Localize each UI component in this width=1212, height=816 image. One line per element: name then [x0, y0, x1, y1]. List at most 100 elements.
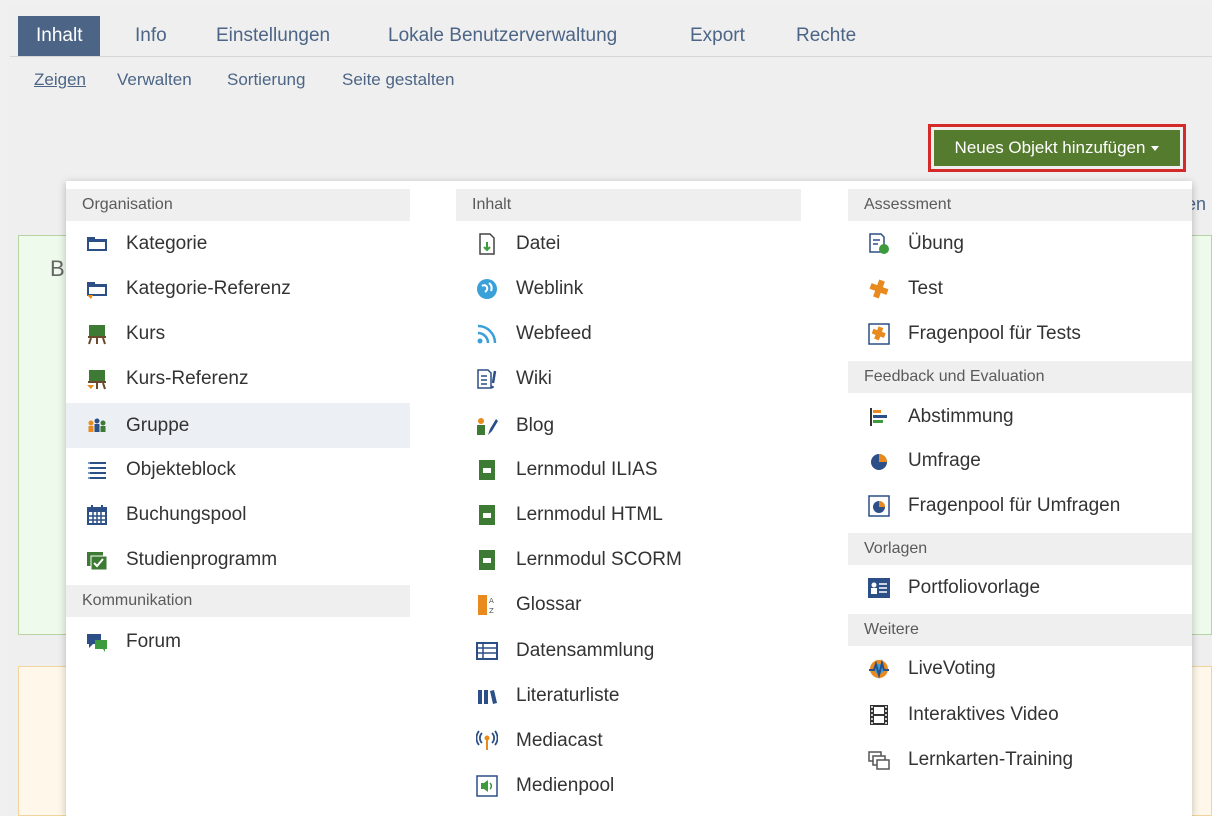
menu-item-lernmodul-ilias[interactable]: Lernmodul ILIAS — [456, 447, 801, 492]
menu-item-label: Interaktives Video — [908, 704, 1059, 725]
menu-item-label: Medienpool — [516, 775, 615, 796]
menu-item-medienpool[interactable]: Medienpool — [456, 763, 801, 808]
new-object-dropdown: Organisation Kategorie Kategorie-Referen… — [66, 181, 1192, 816]
test-icon — [868, 278, 890, 300]
tab-inhalt[interactable]: Inhalt — [18, 16, 101, 56]
weblink-icon — [476, 278, 498, 300]
subtab-sortierung[interactable]: Sortierung — [227, 70, 305, 90]
menu-item-fragenpool-tests[interactable]: Fragenpool für Tests — [848, 311, 1192, 356]
block-heading-fragment: B — [50, 256, 65, 281]
course-reference-icon — [86, 368, 108, 390]
menu-item-label: Kurs-Referenz — [126, 368, 249, 389]
menu-item-label: Literaturliste — [516, 685, 620, 706]
survey-icon — [868, 450, 890, 472]
menu-item-kategorie[interactable]: Kategorie — [66, 221, 410, 266]
menu-item-fragenpool-umfragen[interactable]: Fragenpool für Umfragen — [848, 483, 1192, 528]
media-pool-icon — [476, 775, 498, 797]
tab-rechte[interactable]: Rechte — [796, 16, 856, 56]
menu-item-kurs-referenz[interactable]: Kurs-Referenz — [66, 356, 410, 401]
menu-item-label: Lernmodul ILIAS — [516, 459, 658, 480]
subtab-zeigen[interactable]: Zeigen — [34, 70, 86, 90]
menu-item-label: Gruppe — [126, 415, 190, 436]
subtab-seite-gestalten[interactable]: Seite gestalten — [342, 70, 454, 90]
tab-export[interactable]: Export — [690, 16, 745, 56]
file-icon — [476, 233, 498, 255]
menu-item-studienprogramm[interactable]: Studienprogramm — [66, 537, 410, 582]
menu-item-label: Fragenpool für Tests — [908, 323, 1081, 344]
menu-item-webfeed[interactable]: Webfeed — [456, 311, 801, 356]
new-object-button[interactable]: Neues Objekt hinzufügen — [934, 130, 1180, 166]
course-icon — [86, 323, 108, 345]
survey-question-pool-icon — [868, 495, 890, 517]
tab-info[interactable]: Info — [135, 16, 167, 56]
menu-item-kurs[interactable]: Kurs — [66, 311, 410, 356]
menu-item-label: Objekteblock — [126, 459, 236, 480]
menu-item-label: Mediacast — [516, 730, 603, 751]
menu-item-label: Studienprogramm — [126, 549, 278, 570]
menu-item-label: Kategorie-Referenz — [126, 278, 291, 299]
category-reference-icon — [86, 278, 108, 300]
menu-item-livevoting[interactable]: LiveVoting — [848, 646, 1192, 691]
tab-lokale-benutzerverwaltung[interactable]: Lokale Benutzerverwaltung — [388, 16, 617, 56]
menu-item-abstimmung[interactable]: Abstimmung — [848, 394, 1192, 439]
menu-item-objekteblock[interactable]: Objekteblock — [66, 447, 410, 492]
livevoting-icon — [868, 658, 890, 680]
menu-item-label: Abstimmung — [908, 406, 1014, 427]
menu-item-label: Lernkarten-Training — [908, 749, 1074, 770]
wiki-icon — [476, 368, 498, 390]
exercise-icon — [868, 233, 890, 255]
menu-header-weitere: Weitere — [848, 614, 1192, 646]
menu-item-label: Portfoliovorlage — [908, 577, 1041, 598]
menu-item-weblink[interactable]: Weblink — [456, 266, 801, 311]
menu-item-label: Datensammlung — [516, 640, 655, 661]
menu-header-feedback-und-evaluation: Feedback und Evaluation — [848, 361, 1192, 393]
menu-item-portfoliovorlage[interactable]: Portfoliovorlage — [848, 565, 1192, 610]
menu-item-label: Fragenpool für Umfragen — [908, 495, 1121, 516]
portfolio-template-icon — [868, 577, 890, 599]
menu-item-umfrage[interactable]: Umfrage — [848, 438, 1192, 483]
menu-item-wiki[interactable]: Wiki — [456, 356, 801, 401]
menu-item-label: Test — [908, 278, 943, 299]
menu-item-label: Kategorie — [126, 233, 208, 254]
tab-einstellungen[interactable]: Einstellungen — [216, 16, 330, 56]
interactive-video-icon — [868, 704, 890, 726]
menu-item-lernmodul-html[interactable]: Lernmodul HTML — [456, 492, 801, 537]
subtab-verwalten[interactable]: Verwalten — [117, 70, 192, 90]
menu-item-label: Glossar — [516, 594, 582, 615]
menu-item-lernmodul-scorm[interactable]: Lernmodul SCORM — [456, 537, 801, 582]
menu-item-label: Lernmodul HTML — [516, 504, 663, 525]
menu-item-glossar[interactable]: AZ Glossar — [456, 582, 801, 627]
data-collection-icon — [476, 640, 498, 662]
menu-header-organisation: Organisation — [66, 189, 410, 221]
mediacast-icon — [476, 730, 498, 752]
menu-item-label: Wiki — [516, 368, 552, 389]
learning-module-html-icon — [476, 504, 498, 526]
menu-header-assessment: Assessment — [848, 189, 1192, 221]
menu-item-datensammlung[interactable]: Datensammlung — [456, 628, 801, 673]
menu-item-kategorie-referenz[interactable]: Kategorie-Referenz — [66, 266, 410, 311]
main-tabs: Inhalt Info Einstellungen Lokale Benutze… — [10, 16, 1212, 57]
menu-item-gruppe[interactable]: Gruppe — [66, 403, 410, 448]
svg-text:Z: Z — [489, 607, 494, 615]
glossary-icon: AZ — [476, 594, 498, 616]
menu-item-interaktives-video[interactable]: Interaktives Video — [848, 692, 1192, 737]
menu-item-forum[interactable]: Forum — [66, 619, 410, 664]
learning-module-scorm-icon — [476, 549, 498, 571]
menu-header-vorlagen: Vorlagen — [848, 533, 1192, 565]
menu-item-literaturliste[interactable]: Literaturliste — [456, 673, 801, 718]
menu-item-label: Datei — [516, 233, 561, 254]
menu-item-uebung[interactable]: Übung — [848, 221, 1192, 266]
highlight-frame: Neues Objekt hinzufügen — [928, 124, 1186, 172]
menu-item-label: Kurs — [126, 323, 166, 344]
menu-item-buchungspool[interactable]: Buchungspool — [66, 492, 410, 537]
menu-item-label: Übung — [908, 233, 964, 254]
object-block-icon — [86, 459, 108, 481]
category-icon — [86, 233, 108, 255]
menu-item-blog[interactable]: Blog — [456, 403, 801, 448]
menu-item-datei[interactable]: Datei — [456, 221, 801, 266]
new-object-button-label: Neues Objekt hinzufügen — [954, 138, 1146, 157]
poll-icon — [868, 406, 890, 428]
menu-item-lernkarten-training[interactable]: Lernkarten-Training — [848, 737, 1192, 782]
menu-item-mediacast[interactable]: Mediacast — [456, 718, 801, 763]
menu-item-test[interactable]: Test — [848, 266, 1192, 311]
